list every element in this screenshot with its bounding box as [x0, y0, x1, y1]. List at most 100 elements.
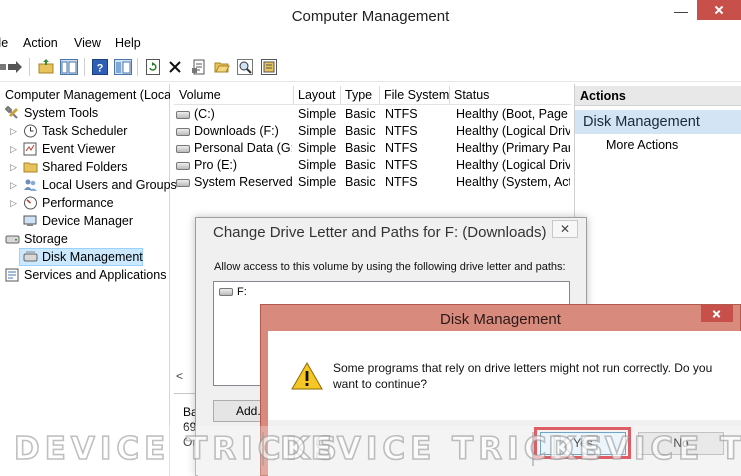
tree-root-computer-management[interactable]: Computer Management (Local: [5, 86, 170, 104]
header-divider: [174, 104, 571, 105]
column-header-type[interactable]: Type: [341, 86, 380, 104]
drive-path-item[interactable]: F:: [219, 286, 247, 298]
cell-text: NTFS: [385, 107, 418, 121]
export-list-icon[interactable]: [260, 58, 278, 76]
tree-item-storage[interactable]: Storage: [5, 230, 68, 248]
volume-file-system-cell: NTFS: [385, 140, 450, 157]
cell-text: NTFS: [385, 158, 418, 172]
change-drive-letter-prompt: Allow access to this volume by using the…: [214, 261, 566, 273]
expand-arrow-icon[interactable]: ▷: [10, 162, 17, 173]
computer-management-window: Computer Management — File Action View H…: [0, 0, 741, 476]
volume-name-cell: (C:): [176, 106, 292, 123]
cell-text: Basic: [345, 158, 376, 172]
shared-folder-icon: [23, 160, 38, 174]
drive-icon: [176, 110, 190, 119]
tools-icon: [4, 105, 20, 120]
tree-item-system-tools[interactable]: System Tools: [4, 104, 98, 122]
volume-name-cell: Personal Data (G:): [176, 140, 292, 157]
cell-text: Basic: [345, 124, 376, 138]
volume-layout-cell: Simple: [298, 123, 341, 140]
tree-item-disk-management[interactable]: Disk Management: [23, 248, 143, 266]
menu-bar: [0, 34, 741, 54]
drive-icon: [176, 127, 190, 136]
cell-text: (C:): [194, 107, 215, 121]
tree-item-event-viewer[interactable]: Event Viewer: [23, 140, 115, 158]
properties-pane-icon[interactable]: [114, 58, 132, 76]
cell-text: Simple: [298, 141, 337, 155]
search-icon[interactable]: [236, 58, 254, 76]
tree-item-local-users-groups[interactable]: Local Users and Groups: [23, 176, 177, 194]
change-drive-letter-close-button[interactable]: ✕: [552, 220, 578, 238]
drive-icon: [176, 144, 190, 153]
volume-file-system-cell: NTFS: [385, 157, 450, 174]
volume-type-cell: Basic: [345, 106, 381, 123]
expand-arrow-icon[interactable]: ▷: [10, 198, 17, 209]
volume-file-system-cell: NTFS: [385, 123, 450, 140]
column-header-layout[interactable]: Layout: [294, 86, 341, 104]
toolbar-separator: [137, 58, 138, 76]
confirm-dialog-message: Some programs that rely on drive letters…: [333, 361, 713, 391]
help-icon[interactable]: ?: [91, 58, 109, 76]
volume-type-cell: Basic: [345, 174, 381, 191]
drive-icon: [219, 288, 233, 296]
svg-text:?: ?: [97, 63, 104, 75]
toolbar-separator: [29, 58, 30, 76]
menu-action[interactable]: Action: [23, 36, 58, 50]
tree-item-services-applications[interactable]: Services and Applications: [5, 266, 166, 284]
cell-text: Basic: [345, 107, 376, 121]
users-icon: [23, 178, 38, 192]
volume-type-cell: Basic: [345, 157, 381, 174]
volume-layout-cell: Simple: [298, 140, 341, 157]
expand-arrow-icon[interactable]: ▷: [10, 144, 17, 155]
open-folder-icon[interactable]: [213, 58, 231, 76]
up-folder-icon[interactable]: [37, 58, 55, 76]
menu-help[interactable]: Help: [115, 36, 141, 50]
cell-text: Simple: [298, 107, 337, 121]
watermark-divider: [532, 432, 534, 466]
change-drive-letter-title: Change Drive Letter and Paths for F: (Do…: [213, 224, 547, 241]
menu-file[interactable]: File: [0, 36, 8, 50]
volume-status-cell: Healthy (System, Acti: [456, 174, 570, 191]
properties-icon[interactable]: [190, 58, 208, 76]
show-hide-tree-icon[interactable]: [60, 58, 78, 76]
cell-text: Downloads (F:): [194, 124, 279, 138]
column-header-volume[interactable]: Volume: [175, 86, 294, 104]
cell-text: Basic: [345, 175, 376, 189]
expand-arrow-icon[interactable]: ▷: [10, 126, 17, 137]
column-header-status[interactable]: Status: [450, 86, 571, 104]
forward-arrow-icon[interactable]: [6, 58, 24, 76]
volume-status-cell: Healthy (Logical Drive: [456, 123, 570, 140]
actions-header: Actions: [580, 89, 626, 103]
window-close-button[interactable]: [697, 0, 741, 20]
delete-icon[interactable]: [166, 58, 184, 76]
scroll-left-arrow[interactable]: <: [176, 369, 183, 383]
volume-file-system-cell: NTFS: [385, 106, 450, 123]
cell-text: Healthy (Logical Drive: [456, 158, 570, 172]
drive-icon: [176, 161, 190, 170]
toolbar-separator: [84, 58, 85, 76]
cell-text: NTFS: [385, 141, 418, 155]
volume-name-cell: Pro (E:): [176, 157, 292, 174]
toolbar: [0, 54, 741, 82]
cell-text: NTFS: [385, 175, 418, 189]
minimize-button[interactable]: —: [668, 0, 694, 22]
confirm-dialog-close-button[interactable]: [701, 305, 733, 322]
more-actions-link[interactable]: More Actions: [606, 138, 678, 152]
volume-name-cell: Downloads (F:): [176, 123, 292, 140]
volume-status-cell: Healthy (Primary Part: [456, 140, 570, 157]
volume-layout-cell: Simple: [298, 157, 341, 174]
menu-view[interactable]: View: [74, 36, 101, 50]
volume-layout-cell: Simple: [298, 106, 341, 123]
column-header-file-system[interactable]: File System: [380, 86, 450, 104]
expand-arrow-icon[interactable]: ▷: [10, 180, 17, 191]
tree-item-device-manager[interactable]: Device Manager: [23, 212, 133, 230]
tree-item-task-scheduler[interactable]: Task Scheduler: [23, 122, 127, 140]
event-viewer-icon: [23, 142, 38, 156]
refresh-icon[interactable]: [144, 58, 162, 76]
watermark-divider: [262, 432, 264, 466]
volume-file-system-cell: NTFS: [385, 174, 450, 191]
cell-text: Healthy (System, Acti: [456, 175, 570, 189]
tree-item-shared-folders[interactable]: Shared Folders: [23, 158, 127, 176]
tree-item-performance[interactable]: Performance: [23, 194, 114, 212]
services-icon: [5, 268, 20, 282]
